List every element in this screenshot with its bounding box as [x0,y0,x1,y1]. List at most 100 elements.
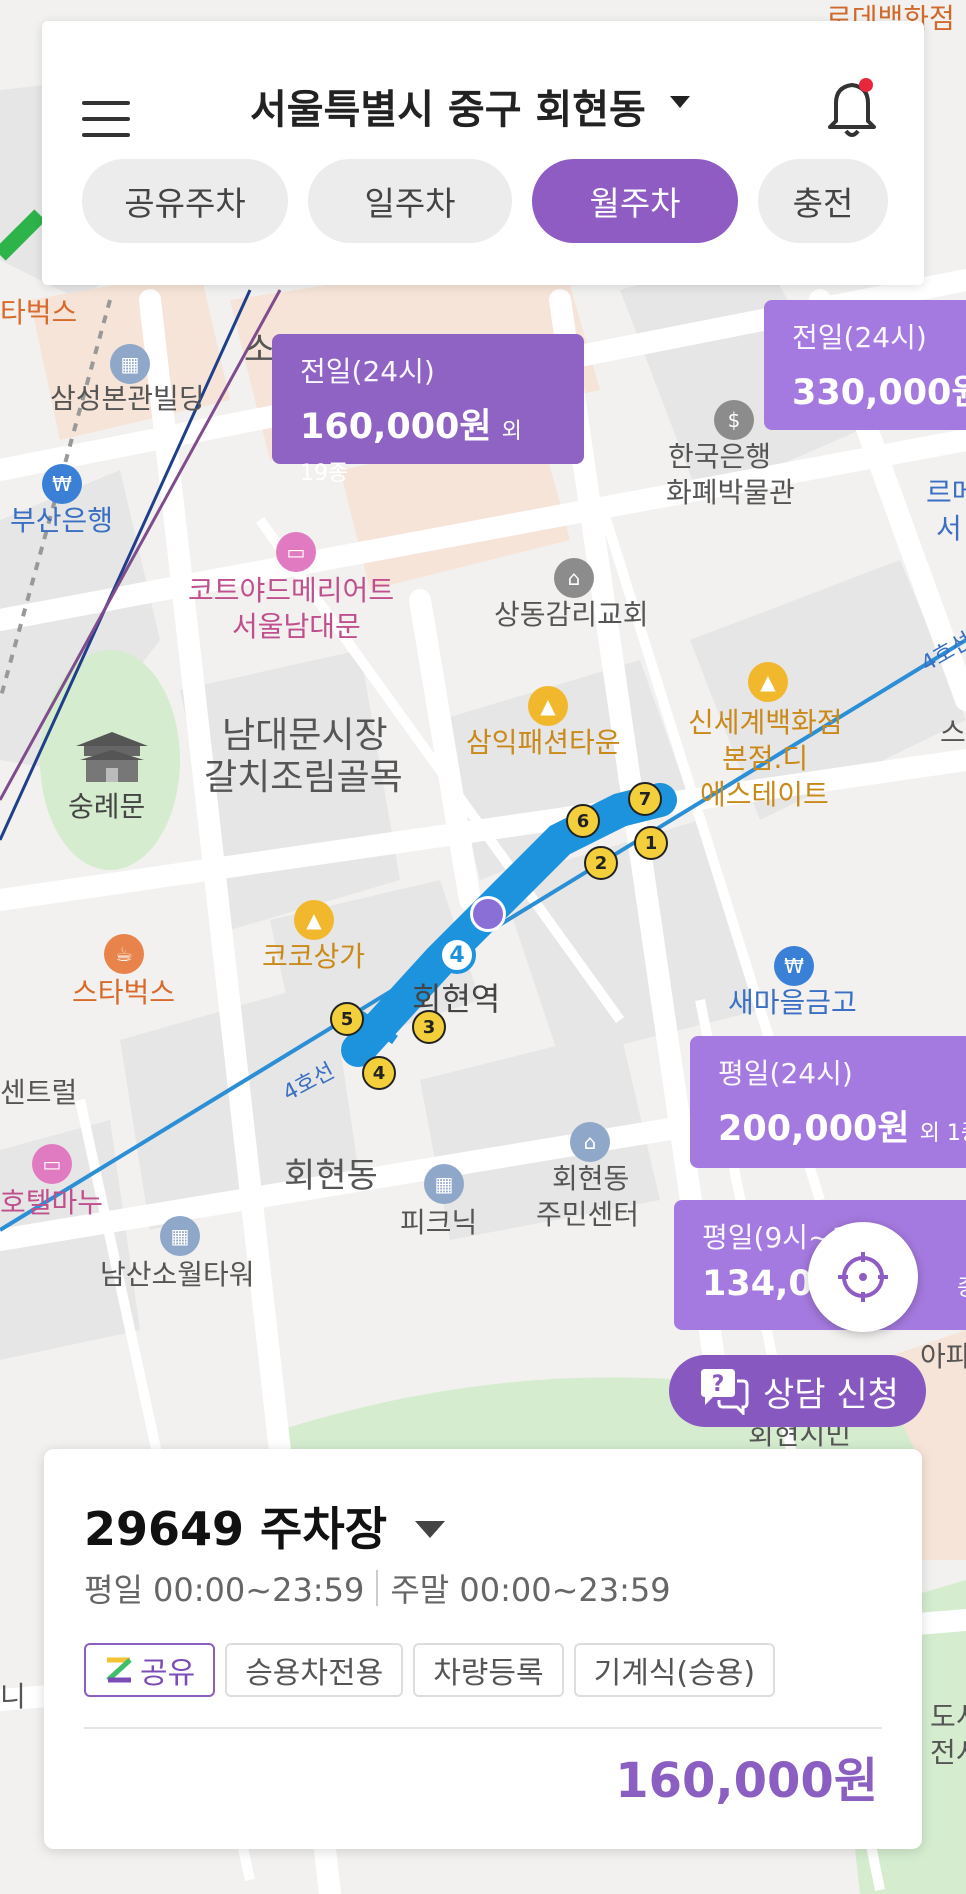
exit-marker: 1 [634,826,668,860]
poi-starbucks-1[interactable]: 타벅스 [0,296,77,330]
poi-sungnyemun[interactable]: 숭례문 [68,790,145,824]
poi-community-center-1[interactable]: 회현동 [552,1162,629,1196]
menu-icon[interactable] [82,101,132,139]
poi-edge-left: 니 [0,1680,26,1713]
poi-hoehyeon-dong: 회현동 [284,1156,378,1196]
top-header: 서울특별시 중구 회현동 공유주차 일주차 월주차 충전 [42,21,924,285]
current-location-button[interactable] [808,1222,918,1332]
price-marker-label: 전일(24시) [792,321,927,354]
poi-central[interactable]: 센트럴 [0,1076,77,1110]
divider [84,1727,882,1729]
parking-lot-name: 29649 주차장 [84,1502,388,1556]
exit-marker: 6 [566,804,600,838]
government-icon: ⌂ [570,1122,610,1162]
price-marker[interactable]: 평일(24시) 200,000원 외 1종 [690,1036,966,1168]
poi-namsan-tower[interactable]: 남산소월타워 [100,1258,255,1292]
poi-starbucks-2[interactable]: 스타벅스 [72,976,175,1010]
exit-marker: 5 [330,1002,364,1036]
tab-daily-parking[interactable]: 일주차 [308,159,512,243]
price-marker-price: 160,000원 [300,407,492,447]
consult-label: 상담 신청 [763,1374,899,1415]
subway-badge-icon: 4 [438,936,476,974]
exit-marker: 2 [584,846,618,880]
tag-mechanical: 기계식(승용) [573,1643,776,1697]
poi-picnic[interactable]: 피크닉 [400,1206,477,1240]
monthly-price: 160,000원 [615,1753,878,1809]
price-marker-price: 200,000원 [718,1109,910,1149]
price-marker-price: 330,000원 [792,373,966,413]
bank-icon: ₩ [42,464,82,504]
operating-hours: 평일 00:00~23:59 주말 00:00~23:59 [84,1565,671,1611]
poi-courtyard-1[interactable]: 코트야드메리어트 [188,574,394,608]
bell-icon[interactable] [822,73,882,143]
poi-namdaemun-1[interactable]: 남대문시장 [222,714,388,757]
poi-sangdong-church[interactable]: 상동감리교회 [494,598,649,632]
price-marker[interactable]: 전일(24시) 160,000원 외 19종 [272,334,584,486]
poi-saemaul[interactable]: 새마을금고 [728,986,857,1020]
poi-so: 소 [244,330,276,370]
exit-marker: 3 [412,1010,446,1044]
exit-marker: 7 [628,782,662,816]
poi-right-edge-3: 스 [940,716,966,749]
price-marker[interactable]: 전일(24시) 330,000원 [764,300,966,430]
church-icon: ⌂ [554,558,594,598]
price-marker-label: 평일(24시) [718,1057,853,1090]
hotel-icon: ▭ [276,532,316,572]
feature-tags: 공유 승용차전용 차량등록 기계식(승용) [84,1643,776,1697]
shopping-icon: ▲ [528,686,568,726]
weekday-hours: 평일 00:00~23:59 [84,1571,365,1609]
poi-busan-bank[interactable]: 부산은행 [10,504,113,538]
poi-right-edge-2: 서 [936,512,962,545]
poi-namdaemun-2[interactable]: 갈치조림골목 [204,756,403,799]
poi-right-edge-1: 르메 [926,476,966,509]
poi-bok-1[interactable]: 한국은행 [668,440,771,474]
building-icon: ▦ [110,344,150,384]
poi-kokosangga[interactable]: 코코상가 [262,940,365,974]
price-marker-label: 전일(24시) [300,355,435,388]
location-selector[interactable]: 서울특별시 중구 회현동 [250,77,690,135]
exit-marker: 4 [362,1056,396,1090]
parking-lot-selector[interactable]: 29649 주차장 [84,1493,446,1559]
poi-edge-right-1: 도서 [930,1700,966,1733]
shopping-icon: ▲ [748,662,788,702]
poi-samik[interactable]: 삼익패션타운 [466,726,621,760]
building-icon: ▦ [160,1216,200,1256]
tab-monthly-parking[interactable]: 월주차 [532,159,738,243]
poi-bok-2[interactable]: 화폐박물관 [666,476,795,510]
chevron-down-icon [415,1520,446,1538]
poi-shinsegae-1[interactable]: 신세계백화점 [688,706,843,740]
gate-icon [72,730,152,784]
hotel-icon: ▭ [32,1144,72,1184]
poi-right-edge-4: 아파 [920,1340,966,1373]
poi-shinsegae-3[interactable]: 에스테이트 [700,778,829,812]
weekend-hours: 주말 00:00~23:59 [390,1571,671,1609]
museum-icon: $ [714,400,754,440]
price-marker-extra: 외 1종 [919,1121,966,1146]
divider [376,1570,379,1606]
category-tabs: 공유주차 일주차 월주차 충전 [82,159,888,243]
building-icon: ▦ [424,1164,464,1204]
tag-shared: 공유 [84,1643,216,1697]
tab-charging[interactable]: 충전 [758,159,888,243]
price-marker-extra: 종 [957,1276,966,1301]
poi-courtyard-2[interactable]: 서울남대문 [232,610,361,644]
shopping-icon: ▲ [294,900,334,940]
svg-text:?: ? [712,1372,725,1397]
poi-shinsegae-2[interactable]: 본점.디 [722,742,808,776]
tag-label: 공유 [140,1656,196,1691]
parking-lot-card[interactable]: 29649 주차장 평일 00:00~23:59 주말 00:00~23:59 … [44,1449,922,1849]
chat-question-icon: ? [701,1369,749,1415]
poi-edge-right-2: 전시 [930,1736,966,1769]
poi-hotel[interactable]: 호텔마누 [0,1186,103,1220]
chevron-down-icon [669,96,690,108]
current-location-dot [470,896,506,932]
location-text: 서울특별시 중구 회현동 [250,87,646,133]
cafe-icon: ☕ [104,934,144,974]
tag-vehicle-registration: 차량등록 [413,1643,564,1697]
tab-shared-parking[interactable]: 공유주차 [82,159,288,243]
poi-community-center-2[interactable]: 주민센터 [536,1198,639,1232]
poi-samsung-building[interactable]: 삼성본관빌딩 [50,382,205,416]
crosshair-icon [838,1252,888,1302]
z-logo-icon [106,1657,132,1683]
consult-request-button[interactable]: ? 상담 신청 [669,1355,926,1427]
